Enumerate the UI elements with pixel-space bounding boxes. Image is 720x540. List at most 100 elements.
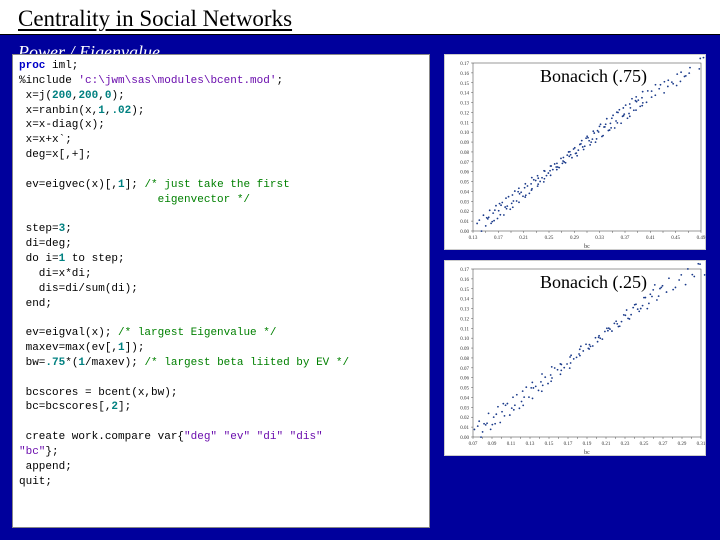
svg-text:0.13: 0.13 — [469, 236, 478, 241]
svg-text:0.16: 0.16 — [460, 72, 469, 77]
code-text: to step; — [65, 253, 124, 265]
code-text: bc=bcscores[, — [19, 401, 111, 413]
svg-text:0.03: 0.03 — [460, 200, 469, 205]
code-num: 1 — [118, 342, 125, 354]
svg-text:0.07: 0.07 — [460, 367, 469, 372]
svg-text:0.17: 0.17 — [460, 268, 469, 273]
svg-text:0.29: 0.29 — [570, 236, 579, 241]
svg-text:0.06: 0.06 — [460, 171, 469, 176]
svg-text:0.45: 0.45 — [671, 236, 680, 241]
svg-text:0.03: 0.03 — [460, 406, 469, 411]
svg-text:0.02: 0.02 — [460, 210, 469, 215]
code-num: 1 — [98, 105, 105, 117]
code-text: x=ranbin(x, — [19, 105, 98, 117]
svg-text:0.01: 0.01 — [460, 220, 469, 225]
svg-text:0.00: 0.00 — [460, 230, 469, 235]
svg-text:0.13: 0.13 — [460, 102, 469, 107]
svg-text:0.23: 0.23 — [621, 442, 630, 447]
svg-text:0.08: 0.08 — [460, 357, 469, 362]
svg-text:0.07: 0.07 — [460, 161, 469, 166]
page-title: Centrality in Social Networks — [0, 0, 720, 35]
svg-text:0.14: 0.14 — [460, 92, 469, 97]
code-text: di=x*di; — [19, 268, 92, 280]
code-text: , — [98, 90, 105, 102]
code-text: ]); — [125, 342, 145, 354]
svg-text:0.31: 0.31 — [697, 442, 706, 447]
svg-text:0.01: 0.01 — [460, 426, 469, 431]
chart-label-2: Bonacich (.25) — [540, 272, 647, 293]
code-num: .75 — [45, 357, 65, 369]
svg-text:0.17: 0.17 — [494, 236, 503, 241]
svg-text:0.09: 0.09 — [460, 347, 469, 352]
svg-text:0.17: 0.17 — [460, 62, 469, 67]
svg-text:0.11: 0.11 — [460, 121, 469, 126]
svg-text:0.10: 0.10 — [460, 337, 469, 342]
svg-text:0.25: 0.25 — [640, 442, 649, 447]
code-text: append; — [19, 461, 72, 473]
svg-text:0.15: 0.15 — [545, 442, 554, 447]
svg-text:0.11: 0.11 — [507, 442, 516, 447]
code-text: ); — [111, 90, 124, 102]
svg-text:0.06: 0.06 — [460, 377, 469, 382]
svg-text:0.14: 0.14 — [460, 298, 469, 303]
svg-text:0.25: 0.25 — [545, 236, 554, 241]
code-text: *( — [65, 357, 78, 369]
svg-text:0.05: 0.05 — [460, 387, 469, 392]
svg-text:0.07: 0.07 — [469, 442, 478, 447]
code-text: quit; — [19, 476, 52, 488]
code-text: dis=di/sum(di); — [19, 283, 138, 295]
svg-text:0.10: 0.10 — [460, 131, 469, 136]
code-kw: proc — [19, 60, 45, 72]
chart-label-1: Bonacich (.75) — [540, 66, 647, 87]
code-text: ev=eigval(x); — [19, 327, 118, 339]
code-text: iml; — [45, 60, 78, 72]
code-text: ]; — [118, 401, 131, 413]
code-num: 1 — [118, 179, 125, 191]
svg-text:0.29: 0.29 — [678, 442, 687, 447]
code-text: ; — [65, 223, 72, 235]
code-comment: /* largest beta liited by EV */ — [144, 357, 349, 369]
code-text: %include — [19, 75, 78, 87]
code-text: x=x-diag(x); — [19, 119, 105, 131]
svg-text:0.12: 0.12 — [460, 317, 469, 322]
svg-text:0.21: 0.21 — [602, 442, 611, 447]
svg-text:0.08: 0.08 — [460, 151, 469, 156]
svg-text:0.05: 0.05 — [460, 181, 469, 186]
svg-text:0.33: 0.33 — [595, 236, 604, 241]
svg-text:0.11: 0.11 — [460, 327, 469, 332]
code-text: step= — [19, 223, 59, 235]
svg-text:0.41: 0.41 — [646, 236, 655, 241]
code-string: 'c:\jwm\sas\modules\bcent.mod' — [78, 75, 276, 87]
code-text: ]; — [125, 179, 145, 191]
svg-text:0.27: 0.27 — [659, 442, 668, 447]
svg-text:0.21: 0.21 — [519, 236, 528, 241]
svg-text:0.04: 0.04 — [460, 190, 469, 195]
code-text: bcscores = bcent(x,bw); — [19, 387, 177, 399]
svg-text:0.13: 0.13 — [460, 308, 469, 313]
code-text: maxev=max(ev[, — [19, 342, 118, 354]
code-panel: proc iml; %include 'c:\jwm\sas\modules\b… — [12, 54, 430, 528]
svg-text:bc: bc — [584, 450, 590, 456]
svg-text:0.04: 0.04 — [460, 396, 469, 401]
code-text: x=j( — [19, 90, 52, 102]
code-text: /maxev); — [85, 357, 144, 369]
code-text: ); — [131, 105, 144, 117]
svg-text:0.13: 0.13 — [526, 442, 535, 447]
svg-text:0.09: 0.09 — [460, 141, 469, 146]
code-text: end; — [19, 298, 52, 310]
code-num: .02 — [111, 105, 131, 117]
code-num: 200 — [52, 90, 72, 102]
code-comment: /* largest Eigenvalue */ — [118, 327, 276, 339]
svg-text:0.37: 0.37 — [621, 236, 630, 241]
code-text: bw= — [19, 357, 45, 369]
code-text: do i= — [19, 253, 59, 265]
svg-text:0.00: 0.00 — [460, 436, 469, 441]
code-text: create work.compare var{ — [19, 431, 184, 443]
code-text: di=deg; — [19, 238, 72, 250]
code-text: deg=x[,+]; — [19, 149, 92, 161]
svg-text:0.15: 0.15 — [460, 82, 469, 87]
svg-text:0.02: 0.02 — [460, 416, 469, 421]
svg-text:0.16: 0.16 — [460, 278, 469, 283]
code-text: x=x+x`; — [19, 134, 72, 146]
svg-text:0.12: 0.12 — [460, 111, 469, 116]
